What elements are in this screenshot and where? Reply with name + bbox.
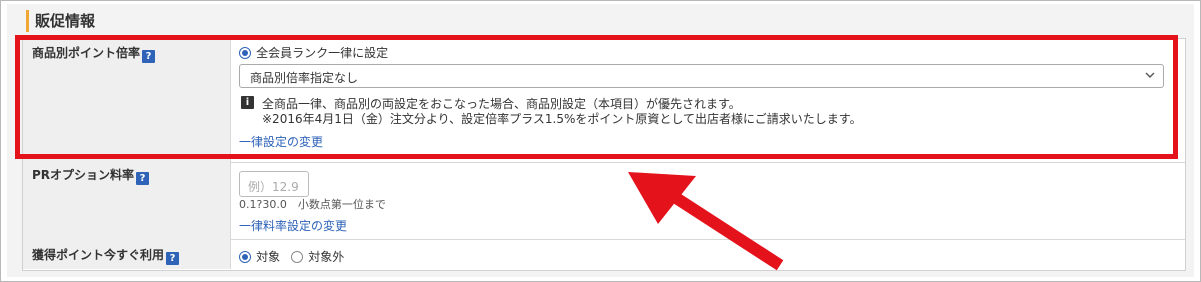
help-icon[interactable]: ? [166, 252, 180, 265]
instant-use-radio-group: 対象 対象外 [239, 246, 344, 265]
non-target-radio[interactable] [291, 251, 304, 263]
pr-option-label: PRオプション料率 [32, 168, 135, 182]
pr-option-label-wrap: PRオプション料率? [32, 166, 150, 185]
row-header: PRオプション料率? [23, 162, 231, 239]
pr-option-rate-input[interactable]: 例）12.9 [239, 171, 309, 197]
highlight-box [15, 35, 1178, 159]
pr-option-hint: 0.1?30.0 小数点第一位まで [239, 198, 386, 211]
target-radio-label[interactable]: 対象 [256, 250, 280, 264]
instant-use-label: 獲得ポイント今すぐ利用 [32, 248, 165, 262]
row-header: 獲得ポイント今すぐ利用? [23, 239, 231, 269]
target-radio[interactable] [239, 251, 251, 263]
help-icon[interactable]: ? [136, 172, 150, 185]
instant-use-label-wrap: 獲得ポイント今すぐ利用? [32, 246, 180, 265]
annotation-arrow-icon [628, 172, 784, 271]
section-title: 販促情報 [26, 10, 95, 32]
pr-option-rate-placeholder: 例）12.9 [248, 180, 299, 194]
non-target-radio-label[interactable]: 対象外 [308, 250, 344, 264]
change-uniform-rate-link[interactable]: 一律料率設定の変更 [239, 217, 347, 234]
